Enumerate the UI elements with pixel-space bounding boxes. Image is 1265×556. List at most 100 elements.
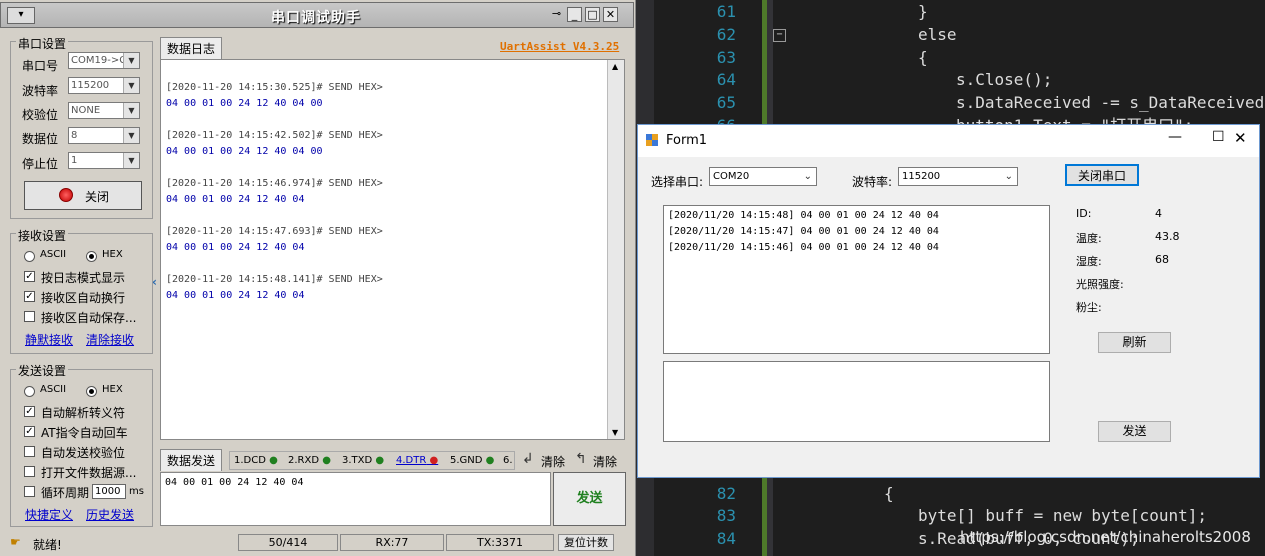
cycle-unit: ms xyxy=(129,486,144,497)
databits-select[interactable]: 8 ▼ xyxy=(68,127,140,144)
quick-define-link[interactable]: 快捷定义 xyxy=(25,506,73,523)
baud-label: 波特率 xyxy=(22,84,59,98)
send-hex-radio[interactable] xyxy=(86,386,97,397)
close-button[interactable]: ✕ xyxy=(603,7,618,22)
chevron-down-icon: ⌄ xyxy=(803,171,812,182)
send-input[interactable]: 04 00 01 00 24 12 40 04 xyxy=(160,472,551,526)
chevron-down-icon: ▼ xyxy=(123,153,139,168)
temperature-value: 43.8 xyxy=(1155,230,1180,243)
id-label: ID: xyxy=(1076,207,1092,220)
clear-all-button[interactable]: 清除 xyxy=(593,453,617,470)
code-line: 65 s.DataReceived -= s_DataReceived; xyxy=(636,91,1265,114)
clear-receive-link[interactable]: 清除接收 xyxy=(86,331,134,348)
cycle-input[interactable]: 1000 xyxy=(92,484,126,499)
clear-send-button[interactable]: 清除 xyxy=(541,453,565,470)
form-send-button[interactable]: 发送 xyxy=(1098,421,1171,442)
signal-rxd: 2.RXD ● xyxy=(288,455,331,466)
signal-dtr[interactable]: 4.DTR ● xyxy=(396,455,438,466)
collapse-icon[interactable]: − xyxy=(773,29,786,42)
scroll-up-icon[interactable]: ▲ xyxy=(612,62,618,71)
signal-txd: 3.TXD ● xyxy=(342,455,385,466)
clear-all-icon[interactable]: ↰ xyxy=(575,451,587,467)
version-link[interactable]: UartAssist V4.3.25 xyxy=(500,40,619,53)
app-menu-icon[interactable]: ▾ xyxy=(7,7,35,24)
collapse-panel-icon[interactable]: ‹ xyxy=(152,265,160,299)
form-baud-select[interactable]: 115200 ⌄ xyxy=(898,167,1018,186)
cycle-checkbox[interactable] xyxy=(24,486,35,497)
recv-ascii-label: ASCII xyxy=(40,249,67,260)
parity-label: 校验位 xyxy=(22,108,59,122)
line-number: 63 xyxy=(716,48,736,67)
signal-6: 6. xyxy=(503,455,513,466)
port-select[interactable]: COM19->CC ▼ xyxy=(68,52,140,69)
recv-hex-radio[interactable] xyxy=(86,251,97,262)
receive-listbox[interactable]: [2020/11/20 14:15:48] 04 00 01 00 24 12 … xyxy=(663,205,1050,354)
tab-data-send[interactable]: 数据发送 xyxy=(160,449,223,471)
form1-title-bar[interactable]: Form1 — ☐ ✕ xyxy=(638,125,1259,157)
auto-wrap-checkbox[interactable]: ✓ xyxy=(24,291,35,302)
pin-icon[interactable]: ⊸ xyxy=(549,7,564,22)
file-source-checkbox[interactable] xyxy=(24,466,35,477)
list-item[interactable]: [2020/11/20 14:15:46] 04 00 01 00 24 12 … xyxy=(668,242,939,253)
log-data: 04 00 01 00 24 12 40 04 xyxy=(166,194,305,205)
list-item[interactable]: [2020/11/20 14:15:48] 04 00 01 00 24 12 … xyxy=(668,210,939,221)
checksum-checkbox[interactable] xyxy=(24,446,35,457)
send-text: 04 00 01 00 24 12 40 04 xyxy=(165,477,304,488)
minimize-button[interactable]: _ xyxy=(567,7,582,22)
code-line: 62 − else xyxy=(636,23,1265,46)
refresh-button[interactable]: 刷新 xyxy=(1098,332,1171,353)
ready-icon: ☛ xyxy=(10,535,21,549)
log-data: 04 00 01 00 24 12 40 04 xyxy=(166,290,305,301)
temperature-label: 温度: xyxy=(1076,232,1102,245)
log-mode-checkbox[interactable]: ✓ xyxy=(24,271,35,282)
title-bar[interactable]: ▾ 串口调试助手 ⊸ _ □ ✕ xyxy=(0,2,634,28)
line-number: 65 xyxy=(716,93,736,112)
line-number: 64 xyxy=(716,70,736,89)
log-header: [2020-11-20 14:15:47.693]# SEND HEX> xyxy=(166,226,383,237)
code-line: 82 { xyxy=(636,482,1265,505)
tab-data-log[interactable]: 数据日志 xyxy=(160,37,223,59)
status-rx: RX:77 xyxy=(340,534,444,551)
send-ascii-radio[interactable] xyxy=(24,386,35,397)
chevron-down-icon: ▼ xyxy=(123,78,139,93)
list-item[interactable]: [2020/11/20 14:15:47] 04 00 01 00 24 12 … xyxy=(668,226,939,237)
code-line: 83 byte[] buff = new byte[count]; xyxy=(636,504,1265,527)
reset-count-button[interactable]: 复位计数 xyxy=(558,534,614,551)
send-textbox[interactable] xyxy=(663,361,1050,442)
line-number: 62 xyxy=(716,25,736,44)
send-button[interactable]: 发送 xyxy=(553,472,626,526)
send-ascii-label: ASCII xyxy=(40,384,67,395)
recv-settings-title: 接收设置 xyxy=(16,227,69,244)
auto-save-checkbox[interactable] xyxy=(24,311,35,322)
receive-log[interactable]: [2020-11-20 14:15:30.525]# SEND HEX> 04 … xyxy=(160,59,625,440)
form-port-select[interactable]: COM20 ⌄ xyxy=(709,167,817,186)
recv-ascii-radio[interactable] xyxy=(24,251,35,262)
line-number: 84 xyxy=(716,529,736,548)
signal-dcd: 1.DCD ● xyxy=(234,455,278,466)
close-port-button[interactable]: 关闭串口 xyxy=(1065,164,1139,186)
close-port-label: 关闭 xyxy=(85,190,110,204)
code-text: s.DataReceived -= s_DataReceived; xyxy=(956,93,1265,112)
baud-select[interactable]: 115200 ▼ xyxy=(68,77,140,94)
at-enter-checkbox[interactable]: ✓ xyxy=(24,426,35,437)
log-scrollbar[interactable]: ▲ ▼ xyxy=(607,60,624,439)
cycle-label: 循环周期 xyxy=(41,486,90,500)
escape-parse-checkbox[interactable]: ✓ xyxy=(24,406,35,417)
clear-send-icon[interactable]: ↲ xyxy=(522,451,534,467)
parity-select[interactable]: NONE ▼ xyxy=(68,102,140,119)
scroll-down-icon[interactable]: ▼ xyxy=(612,428,618,437)
file-source-label: 打开文件数据源... xyxy=(41,466,137,480)
close-button[interactable]: ✕ xyxy=(1234,129,1247,147)
restore-button[interactable]: □ xyxy=(585,7,600,22)
maximize-button[interactable]: ☐ xyxy=(1212,129,1225,145)
silent-receive-link[interactable]: 静默接收 xyxy=(25,331,73,348)
log-header: [2020-11-20 14:15:48.141]# SEND HEX> xyxy=(166,274,383,285)
close-port-button[interactable]: 关闭 xyxy=(24,181,142,210)
code-text: s.Close(); xyxy=(956,70,1053,89)
chevron-down-icon: ▼ xyxy=(123,103,139,118)
minimize-button[interactable]: — xyxy=(1168,129,1182,145)
chevron-down-icon: ⌄ xyxy=(1004,171,1013,182)
stopbits-select[interactable]: 1 ▼ xyxy=(68,152,140,169)
send-history-link[interactable]: 历史发送 xyxy=(86,506,134,523)
log-data: 04 00 01 00 24 12 40 04 xyxy=(166,242,305,253)
